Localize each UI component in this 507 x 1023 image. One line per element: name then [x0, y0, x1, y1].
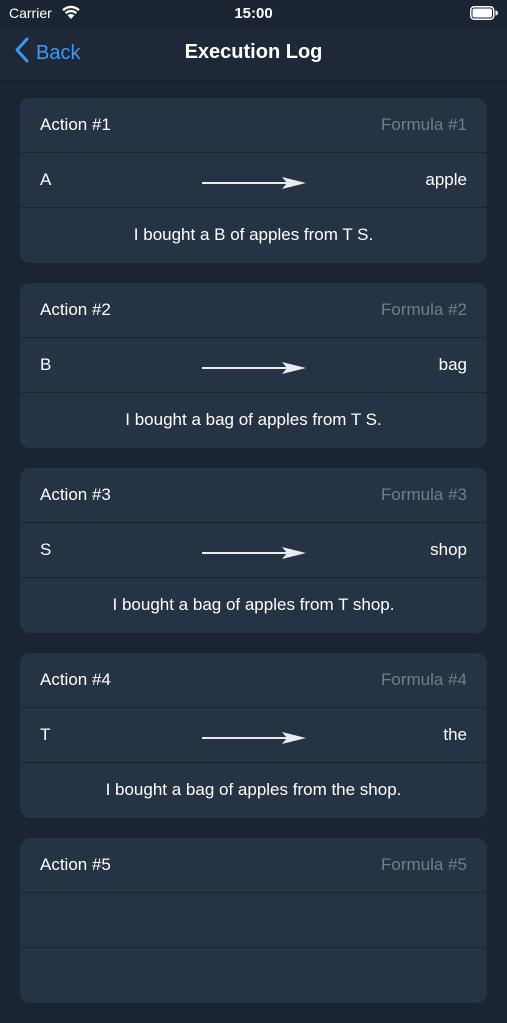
formula-label: Formula #4: [381, 670, 467, 689]
battery-icon: [470, 6, 498, 20]
card-header-row: Action #5 Formula #5: [20, 838, 487, 893]
result-row: I bought a bag of apples from T S.: [20, 393, 487, 448]
result-sentence: I bought a B of apples from T S.: [133, 225, 374, 244]
arrow-right-icon: [202, 359, 306, 374]
action-label: Action #5: [40, 855, 111, 874]
substitution-row: [20, 893, 487, 948]
result-sentence: I bought a bag of apples from T S.: [125, 410, 382, 429]
formula-label: Formula #3: [381, 485, 467, 504]
log-card: Action #1 Formula #1 A apple I bought a …: [20, 98, 487, 263]
symbol-label: S: [40, 540, 52, 559]
card-header-row: Action #4 Formula #4: [20, 653, 487, 708]
replacement-label: apple: [425, 170, 467, 189]
symbol-label: B: [40, 355, 52, 374]
formula-label: Formula #1: [381, 115, 467, 134]
log-card: Action #3 Formula #3 S shop I bought a b…: [20, 468, 487, 633]
replacement-label: the: [443, 725, 467, 744]
substitution-row: S shop: [20, 523, 487, 578]
symbol-label: A: [40, 170, 52, 189]
result-row: I bought a bag of apples from T shop.: [20, 578, 487, 633]
result-row: I bought a B of apples from T S.: [20, 208, 487, 263]
substitution-row: T the: [20, 708, 487, 763]
action-label: Action #1: [40, 115, 111, 134]
action-label: Action #2: [40, 300, 111, 319]
result-row: I bought a bag of apples from the shop.: [20, 763, 487, 818]
log-card: Action #2 Formula #2 B bag I bought a ba…: [20, 283, 487, 448]
substitution-row: A apple: [20, 153, 487, 208]
card-header-row: Action #3 Formula #3: [20, 468, 487, 523]
action-label: Action #3: [40, 485, 111, 504]
symbol-label: T: [40, 725, 51, 744]
arrow-right-icon: [202, 544, 306, 559]
card-header-row: Action #1 Formula #1: [20, 98, 487, 153]
log-card: Action #5 Formula #5: [20, 838, 487, 1003]
page-title: Execution Log: [184, 41, 323, 63]
arrow-right-icon: [202, 174, 306, 189]
result-sentence: I bought a bag of apples from T shop.: [112, 595, 395, 614]
navigation-bar: Back Execution Log: [0, 28, 507, 81]
log-card: Action #4 Formula #4 T the I bought a ba…: [20, 653, 487, 818]
action-label: Action #4: [40, 670, 111, 689]
execution-log-list[interactable]: Action #1 Formula #1 A apple I bought a …: [20, 98, 487, 1023]
clock: 15:00: [234, 5, 273, 22]
formula-label: Formula #2: [381, 300, 467, 319]
result-sentence: I bought a bag of apples from the shop.: [105, 780, 402, 799]
result-row: [20, 948, 487, 1003]
replacement-label: shop: [430, 540, 467, 559]
substitution-row: B bag: [20, 338, 487, 393]
replacement-label: bag: [438, 355, 467, 374]
card-header-row: Action #2 Formula #2: [20, 283, 487, 338]
status-bar: Carrier 15:00: [0, 0, 507, 28]
arrow-right-icon: [202, 729, 306, 744]
formula-label: Formula #5: [381, 855, 467, 874]
